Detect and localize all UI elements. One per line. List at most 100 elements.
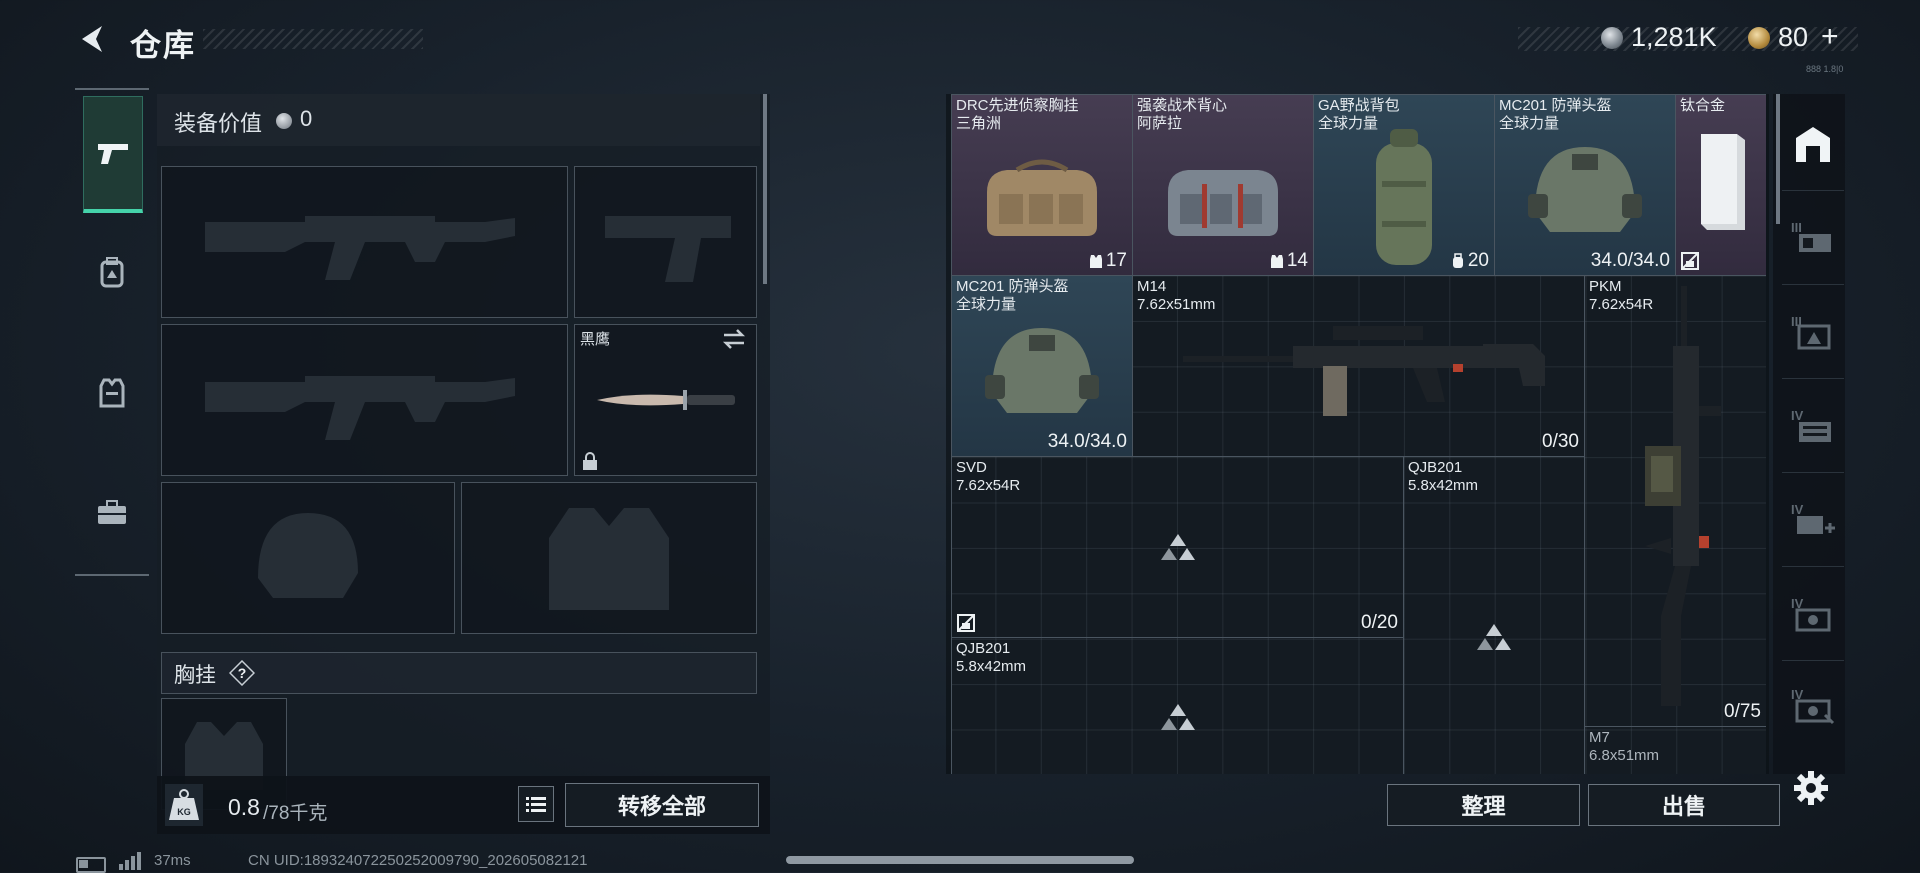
silver-coin-icon (1601, 27, 1623, 49)
stash-item[interactable]: PKM 7.62x54R 0/75 (1584, 275, 1766, 727)
item-capacity: 17 (1105, 250, 1127, 271)
no-sell-icon (1681, 252, 1699, 270)
rail-item-armory[interactable] (1782, 98, 1844, 191)
rifle-silhouette-icon (204, 216, 515, 280)
add-gold-button[interactable]: + (1821, 20, 1839, 54)
melee-name: 黑鹰 (580, 331, 611, 348)
settings-gear-icon[interactable] (1793, 770, 1829, 806)
svg-text:?: ? (238, 665, 247, 681)
titanium-ingot-image (1701, 134, 1745, 231)
briefcase-icon (98, 500, 126, 524)
storage-iii-icon: III (1791, 220, 1831, 252)
battery-level (79, 860, 88, 868)
item-faction: 全球力量 (956, 296, 1017, 313)
rail-item-storage-iv-plus[interactable]: IV (1782, 474, 1844, 567)
rail-item-storage-iii-b[interactable]: III (1782, 286, 1844, 379)
signal-icon (119, 852, 143, 870)
list-icon (526, 797, 546, 812)
item-name: M14 (1137, 278, 1167, 295)
loading-placeholder-icon (1160, 534, 1195, 560)
rail-item-storage-iv-c[interactable]: IV (1782, 662, 1844, 748)
item-caliber: 5.8x42mm (1408, 477, 1479, 494)
tab-case[interactable] (83, 456, 141, 568)
storage-iv-icon: IV (1791, 408, 1831, 442)
item-faction: 全球力量 (1499, 115, 1560, 132)
swap-icon[interactable] (722, 328, 746, 350)
item-caliber: 7.62x54R (956, 477, 1021, 494)
page-title: 仓库 (130, 28, 196, 63)
user-id: CN UID:18932407225025200979​0_2026050821… (248, 852, 588, 869)
silver-amount: 1,281K (1631, 22, 1717, 52)
help-icon[interactable]: ? (229, 660, 255, 686)
transfer-all-button[interactable]: 转移全部 (565, 783, 759, 827)
tab-backpack[interactable] (83, 216, 141, 328)
pkm-machine-gun-image (1645, 286, 1721, 706)
stash-item[interactable]: QJB201 5.8x42mm (1403, 456, 1585, 774)
item-name: QJB201 (956, 640, 1011, 657)
stash-item[interactable]: DRC先进侦察胸挂 三角洲 17 (951, 94, 1133, 276)
gold-coin-icon (1748, 27, 1770, 49)
item-ammo-count: 0/75 (1724, 701, 1761, 722)
stash-item[interactable]: 强袭战术背心 阿萨拉 14 (1132, 94, 1314, 276)
tab-weapon[interactable] (83, 96, 143, 213)
rail-item-storage-iv-b[interactable]: IV (1782, 568, 1844, 661)
vest-icon (1089, 255, 1102, 268)
item-name: DRC先进侦察胸挂 (956, 97, 1079, 114)
item-caliber: 5.8x42mm (956, 658, 1027, 675)
sidearm-slot[interactable] (574, 166, 757, 318)
vest-icon (1270, 255, 1283, 268)
equipment-value: 0 (300, 106, 313, 131)
secondary-weapon-slot[interactable] (161, 324, 568, 476)
pistol-silhouette-icon (604, 216, 731, 282)
field-backpack-image (1376, 128, 1432, 265)
armor-silhouette-icon (549, 508, 669, 610)
home-indicator[interactable] (786, 856, 1134, 864)
storage-iii-b-icon: III (1791, 314, 1831, 350)
back-arrow-icon (82, 26, 102, 52)
item-capacity: 20 (1467, 250, 1489, 271)
stash-item[interactable]: 钛合金 (1675, 94, 1766, 276)
stash-item[interactable]: MC201 防弹头盔 全球力量 34.0/34.0 (1494, 94, 1676, 276)
pistol-icon (98, 144, 128, 164)
m14-rifle-image (1183, 326, 1545, 416)
chest-rig-image (987, 159, 1097, 237)
gold-amount: 80 (1778, 22, 1809, 52)
back-button[interactable] (76, 22, 110, 56)
item-faction: 三角洲 (956, 115, 1002, 132)
vest-icon (99, 378, 125, 408)
helmet-slot[interactable] (161, 482, 455, 634)
loadout-scrollbar[interactable] (763, 94, 767, 284)
weight-icon: KG (165, 784, 203, 826)
stash-item[interactable]: GA野战背包 全球力量 20 (1313, 94, 1495, 276)
weight-current: 0.8 (228, 794, 260, 820)
armor-slot[interactable] (461, 482, 757, 634)
svg-text:IV: IV (1791, 502, 1804, 517)
weight-max: /78千克 (263, 803, 328, 824)
backpack-icon (100, 257, 124, 288)
ping: 37ms (154, 852, 191, 869)
rail-scrollbar[interactable] (1776, 94, 1780, 224)
chest-rig-label: 胸挂 (174, 664, 216, 687)
item-faction: 阿萨拉 (1137, 115, 1183, 132)
stash-item[interactable]: MC201 防弹头盔 全球力量 34.0/34.0 (951, 275, 1133, 457)
stash-item[interactable]: QJB201 5.8x42mm (951, 637, 1404, 774)
stash-item[interactable]: M14 7.62x51mm 0/30 (1132, 275, 1585, 457)
item-name: 强袭战术背心 (1137, 97, 1228, 114)
knife-icon (596, 390, 735, 410)
item-name: QJB201 (1408, 459, 1463, 476)
stash-item[interactable]: SVD 7.62x54R 0/20 (951, 456, 1404, 638)
svg-text:IV: IV (1791, 408, 1804, 423)
list-view-button[interactable] (518, 786, 554, 822)
organize-button[interactable]: 整理 (1387, 784, 1580, 826)
item-durability: 34.0/34.0 (1047, 431, 1127, 452)
storage-iv-b-icon: IV (1791, 596, 1831, 632)
rail-item-storage-iv[interactable]: IV (1782, 380, 1844, 473)
item-ammo-count: 0/30 (1542, 431, 1579, 452)
tab-vest[interactable] (83, 336, 141, 448)
rifle-silhouette-icon (204, 376, 515, 440)
sell-button[interactable]: 出售 (1588, 784, 1780, 826)
rail-item-storage-iii[interactable]: III (1782, 192, 1844, 285)
lock-icon (581, 451, 599, 471)
primary-weapon-slot[interactable] (161, 166, 568, 318)
stash-item[interactable]: M7 6.8x51mm (1584, 726, 1766, 774)
